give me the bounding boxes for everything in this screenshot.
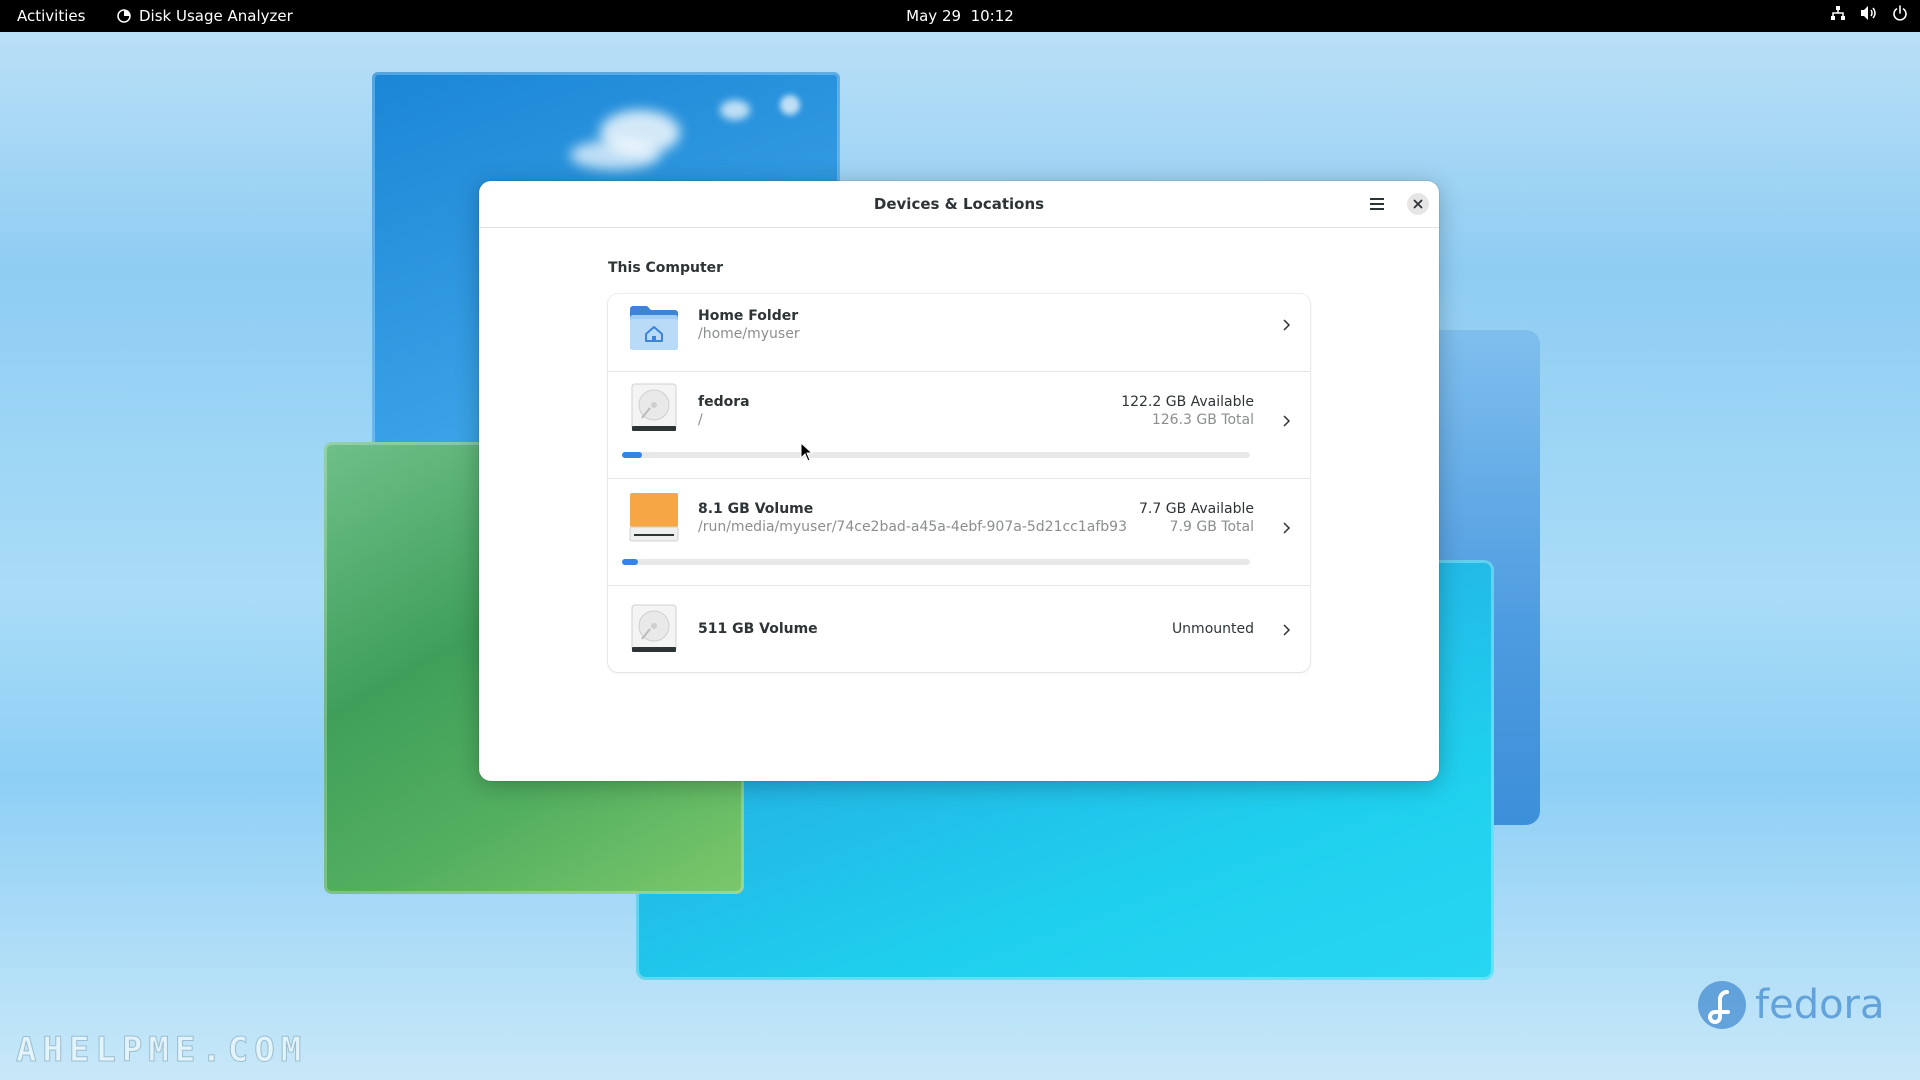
location-name: 511 GB Volume	[698, 621, 818, 637]
chevron-right-icon	[1283, 624, 1291, 636]
locations-list: Home Folder /home/myuser fedora / 122.2 …	[608, 294, 1310, 672]
header-bar: Devices & Locations	[479, 181, 1439, 228]
usage-bar-fill	[622, 559, 638, 565]
location-row-511gb-volume[interactable]: 511 GB Volume Unmounted	[608, 586, 1310, 672]
location-path: /	[698, 412, 703, 428]
system-tray[interactable]	[1830, 5, 1908, 21]
usage-bar	[622, 559, 1250, 565]
home-folder-icon	[630, 306, 678, 350]
mount-status: Unmounted	[1171, 621, 1254, 637]
app-menu[interactable]: Disk Usage Analyzer	[117, 7, 293, 25]
clock-date: May 29	[906, 7, 962, 25]
wallpaper-cloud	[720, 100, 750, 120]
volume-icon	[1861, 6, 1876, 20]
removable-drive-icon	[629, 493, 679, 542]
hamburger-menu-icon	[1370, 198, 1384, 210]
chevron-right-icon	[1283, 319, 1291, 331]
chevron-right-icon	[1283, 522, 1291, 534]
chevron-right-icon	[1283, 415, 1291, 427]
fedora-logo-text: fedora	[1755, 982, 1885, 1028]
activities-button[interactable]: Activities	[17, 7, 85, 25]
disk-usage-app-icon	[117, 9, 131, 23]
location-row-fedora[interactable]: fedora / 122.2 GB Available 126.3 GB Tot…	[608, 372, 1310, 479]
power-icon	[1893, 5, 1907, 21]
location-row-home[interactable]: Home Folder /home/myuser	[608, 294, 1310, 372]
usage-bar-fill	[622, 452, 643, 458]
fedora-logo: fedora	[1697, 980, 1885, 1030]
mouse-pointer-icon	[800, 442, 814, 462]
hard-disk-icon	[631, 383, 677, 431]
section-title: This Computer	[608, 260, 724, 276]
wallpaper-cloud	[780, 95, 800, 115]
network-icon	[1831, 6, 1845, 20]
location-name: 8.1 GB Volume	[698, 501, 814, 517]
total-space: 126.3 GB Total	[1151, 412, 1254, 428]
hard-disk-icon	[631, 604, 677, 652]
main-menu-button[interactable]	[1363, 191, 1391, 217]
top-bar: Activities Disk Usage Analyzer May 29 10…	[0, 0, 1920, 32]
close-icon	[1413, 199, 1423, 209]
available-space: 122.2 GB Available	[1121, 394, 1254, 410]
close-button[interactable]	[1407, 193, 1429, 215]
wallpaper-cloud	[570, 140, 660, 170]
location-path: /run/media/myuser/74ce2bad-a45a-4ebf-907…	[698, 519, 1127, 535]
location-row-8gb-volume[interactable]: 8.1 GB Volume /run/media/myuser/74ce2bad…	[608, 479, 1310, 586]
fedora-f-icon	[1698, 981, 1746, 1029]
available-space: 7.7 GB Available	[1139, 501, 1254, 517]
devices-locations-window: Devices & Locations This Computer Home F…	[479, 181, 1439, 781]
location-name: fedora	[698, 394, 750, 410]
app-menu-label: Disk Usage Analyzer	[139, 7, 293, 25]
clock-time: 10:12	[970, 7, 1014, 25]
usage-bar	[622, 452, 1250, 458]
location-path: /home/myuser	[698, 326, 800, 342]
window-title: Devices & Locations	[873, 195, 1045, 213]
watermark: AHELPME.COM	[15, 1030, 308, 1071]
location-name: Home Folder	[698, 308, 799, 324]
total-space: 7.9 GB Total	[1169, 519, 1254, 535]
clock-button[interactable]: May 29 10:12	[906, 7, 1014, 25]
